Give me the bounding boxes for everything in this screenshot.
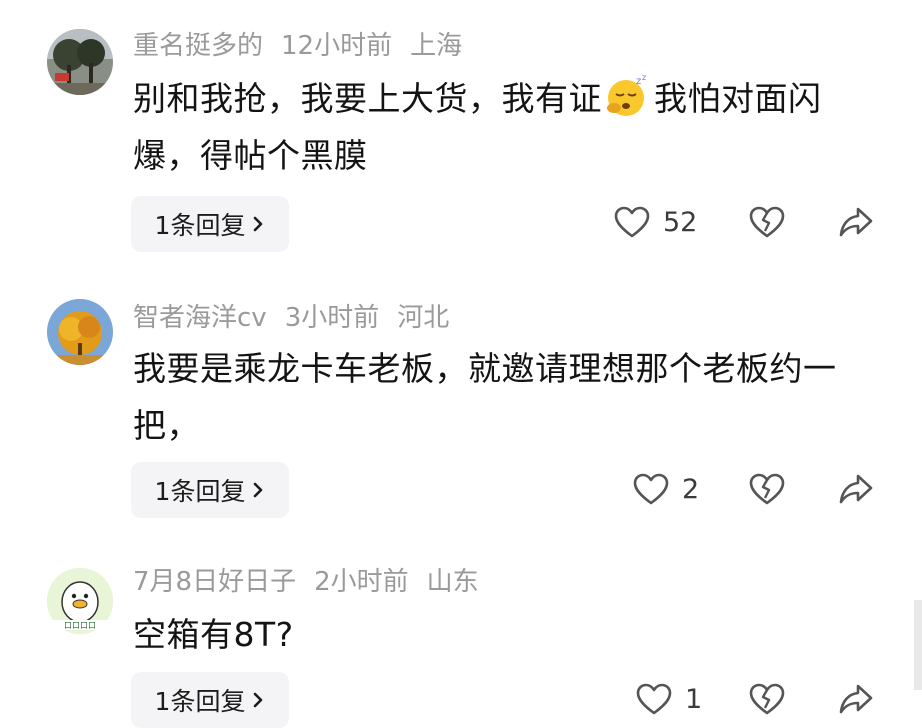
timestamp: 3小时前 <box>284 303 380 333</box>
timestamp: 2小时前 <box>314 567 409 597</box>
like-button[interactable]: 52 <box>613 205 697 239</box>
avatar[interactable]: 口口口口 <box>47 568 113 634</box>
chevron-right-icon <box>251 215 265 233</box>
heart-icon <box>632 472 670 506</box>
scrollbar[interactable] <box>914 600 922 690</box>
avatar[interactable] <box>47 29 113 95</box>
comment-meta: 重名挺多的 12小时前 上海 <box>133 31 480 61</box>
reply-count-label: 1条回复 <box>154 211 246 240</box>
timestamp: 12小时前 <box>281 31 393 61</box>
svg-text:口口口口: 口口口口 <box>64 621 96 630</box>
heart-icon <box>635 682 673 716</box>
view-replies-button[interactable]: 1条回复 <box>131 672 289 728</box>
comment-item: 重名挺多的 12小时前 上海 别和我抢，我要上大货，我有证 z z 我怕对面闪爆，得… <box>0 0 922 260</box>
view-replies-button[interactable]: 1条回复 <box>131 196 289 252</box>
chevron-right-icon <box>251 481 265 499</box>
broken-heart-icon <box>748 472 786 506</box>
reply-count-label: 1条回复 <box>154 687 246 716</box>
share-button[interactable] <box>838 205 874 239</box>
comment-text: 我要是乘龙卡车老板，就邀请理想那个老板约一把， <box>133 349 837 445</box>
heart-icon <box>613 205 651 239</box>
username[interactable]: 重名挺多的 <box>133 31 263 61</box>
like-count: 2 <box>682 473 700 505</box>
view-replies-button[interactable]: 1条回复 <box>131 462 289 518</box>
share-arrow-icon <box>838 472 874 506</box>
username[interactable]: 7月8日好日子 <box>133 567 296 597</box>
svg-text:z: z <box>636 76 642 87</box>
broken-heart-icon <box>748 205 786 239</box>
broken-heart-icon <box>748 682 786 716</box>
sleepy-face-emoji: z z <box>604 72 652 118</box>
location: 上海 <box>410 31 463 61</box>
comment-text: 空箱有8T? <box>133 615 294 654</box>
comment-text-part: 别和我抢，我要上大货，我有证 <box>133 79 602 118</box>
chevron-right-icon <box>251 691 265 709</box>
location: 山东 <box>426 567 479 597</box>
like-count: 1 <box>685 683 703 715</box>
share-button[interactable] <box>838 472 874 506</box>
like-button[interactable]: 2 <box>632 472 699 506</box>
comment-item: 智者海洋cv 3小时前 河北 我要是乘龙卡车老板，就邀请理想那个老板约一把， 1条回… <box>0 260 922 540</box>
share-arrow-icon <box>838 682 874 716</box>
dislike-button[interactable] <box>748 205 786 239</box>
like-button[interactable]: 1 <box>635 682 702 716</box>
comment-meta: 7月8日好日子 2小时前 山东 <box>133 567 497 597</box>
username[interactable]: 智者海洋cv <box>133 303 267 333</box>
location: 河北 <box>397 303 450 333</box>
avatar[interactable] <box>47 299 113 365</box>
like-count: 52 <box>663 206 698 238</box>
comment-item: 口口口口 7月8日好日子 2小时前 山东 空箱有8T? 1条回复 1 <box>0 540 922 728</box>
comment-text: 别和我抢，我要上大货，我有证 z z 我怕对面闪爆，得帖个黑膜 <box>133 70 873 184</box>
svg-text:z: z <box>642 73 647 82</box>
comment-meta: 智者海洋cv 3小时前 河北 <box>133 303 467 333</box>
reply-count-label: 1条回复 <box>154 477 246 506</box>
dislike-button[interactable] <box>748 682 786 716</box>
share-button[interactable] <box>838 682 874 716</box>
dislike-button[interactable] <box>748 472 786 506</box>
share-arrow-icon <box>838 205 874 239</box>
